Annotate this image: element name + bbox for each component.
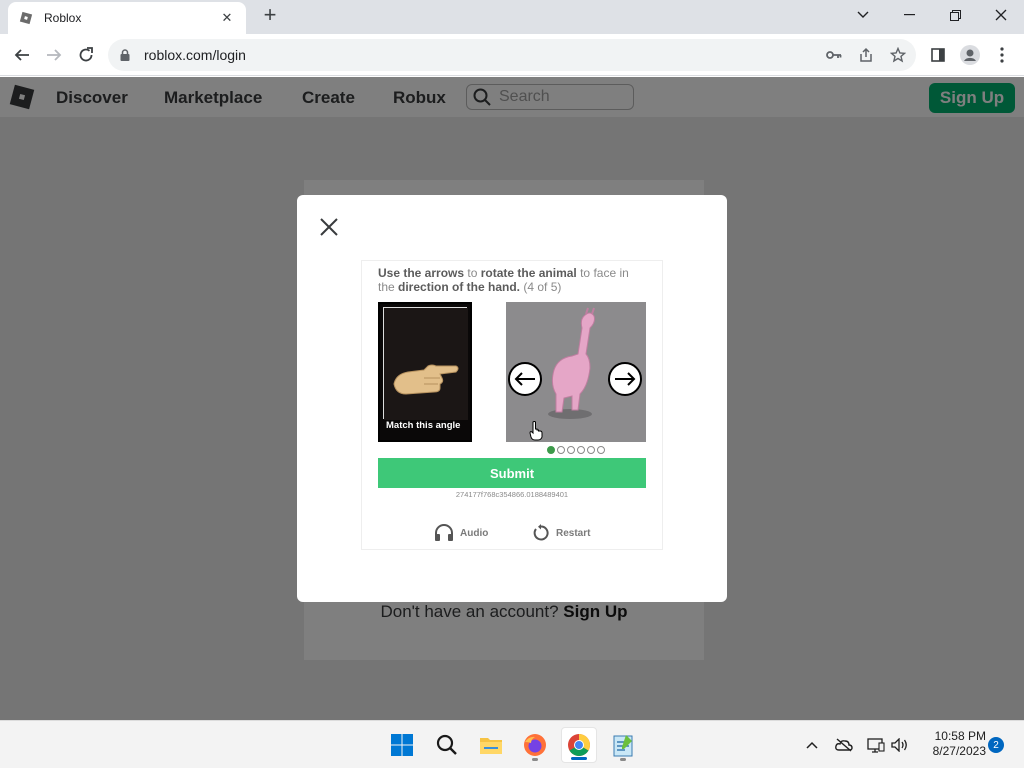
progress-dot: [567, 446, 575, 454]
audio-label: Audio: [460, 527, 489, 539]
file-explorer-button[interactable]: [473, 727, 509, 763]
roblox-favicon-icon: [18, 10, 34, 26]
side-panel-icon[interactable]: [926, 43, 950, 67]
windows-logo-icon: [391, 734, 413, 756]
rotate-left-button[interactable]: [508, 362, 542, 396]
chrome-icon: [568, 734, 590, 756]
tab-title: Roblox: [44, 11, 82, 25]
reference-label: Match this angle: [386, 420, 461, 431]
notepad-button[interactable]: [605, 727, 641, 763]
progress-dot: [547, 446, 555, 454]
folder-icon: [480, 738, 502, 754]
windows-taskbar: 10:58 PM 8/27/2023 2: [0, 720, 1024, 768]
notification-badge[interactable]: 2: [988, 737, 1004, 753]
chevron-up-icon[interactable]: [802, 735, 822, 755]
instr-direction: direction of the hand.: [398, 280, 521, 294]
share-icon[interactable]: [854, 43, 878, 67]
browser-tab[interactable]: Roblox ✕: [8, 2, 246, 34]
close-window-button[interactable]: [978, 0, 1024, 30]
active-indicator: [571, 757, 587, 760]
browser-toolbar: roblox.com/login: [0, 34, 1024, 76]
submit-button[interactable]: Submit: [378, 458, 646, 488]
hand-cursor-icon: [529, 421, 543, 441]
restart-button[interactable]: Restart: [532, 523, 590, 543]
progress-dot: [597, 446, 605, 454]
reference-frame: [383, 307, 468, 420]
key-icon[interactable]: [822, 43, 846, 67]
restart-label: Restart: [556, 527, 591, 539]
captcha-instruction: Use the arrows to rotate the animal to f…: [378, 266, 648, 294]
close-icon[interactable]: [317, 215, 341, 239]
captcha-challenge: Use the arrows to rotate the animal to f…: [361, 260, 663, 550]
minimize-button[interactable]: [886, 0, 932, 30]
windows-start-button[interactable]: [384, 727, 420, 763]
restore-button[interactable]: [932, 0, 978, 30]
url-text: roblox.com/login: [144, 47, 246, 63]
restart-icon: [533, 524, 549, 541]
pointing-hand-icon: [384, 308, 468, 420]
chrome-button[interactable]: [561, 727, 597, 763]
instr-to: to: [464, 266, 481, 280]
clock-time: 10:58 PM: [934, 729, 986, 743]
forward-button[interactable]: [40, 41, 68, 69]
running-indicator: [620, 758, 626, 761]
headphones-icon: [435, 524, 453, 541]
instr-progress: (4 of 5): [520, 280, 562, 294]
progress-dot: [587, 446, 595, 454]
profile-avatar-icon[interactable]: [958, 43, 982, 67]
network-icon[interactable]: [866, 735, 886, 755]
new-tab-button[interactable]: +: [258, 4, 282, 28]
reference-hand-image: Match this angle: [378, 302, 472, 442]
taskbar-search-button[interactable]: [429, 727, 465, 763]
lock-icon[interactable]: [120, 48, 134, 62]
bookmark-star-icon[interactable]: [886, 43, 910, 67]
address-bar[interactable]: roblox.com/login: [108, 39, 916, 71]
progress-dot: [577, 446, 585, 454]
clock-date: 8/27/2023: [932, 744, 986, 758]
instr-arrows: Use the arrows: [378, 266, 465, 280]
audio-button[interactable]: Audio: [434, 523, 488, 543]
captcha-modal: Use the arrows to rotate the animal to f…: [297, 195, 727, 602]
session-id: 274177f768c354866.0188489401: [455, 490, 569, 499]
onedrive-offline-icon[interactable]: [834, 735, 854, 755]
browser-titlebar: Roblox ✕ +: [0, 0, 1024, 34]
back-button[interactable]: [8, 41, 36, 69]
volume-icon[interactable]: [890, 735, 910, 755]
arrow-left-icon: [514, 372, 535, 386]
tab-search-chevron-icon[interactable]: [840, 0, 886, 30]
instr-rotate: rotate the animal: [480, 266, 577, 280]
progress-dots: [547, 446, 605, 454]
tab-close-icon[interactable]: ✕: [218, 10, 236, 26]
firefox-button[interactable]: [517, 727, 553, 763]
menu-kebab-icon[interactable]: [990, 43, 1014, 67]
progress-dot: [557, 446, 565, 454]
system-clock[interactable]: 10:58 PM 8/27/2023: [916, 729, 986, 759]
arrow-right-icon: [615, 372, 636, 386]
search-icon: [436, 734, 457, 755]
running-indicator: [532, 758, 538, 761]
notepad-icon: [613, 735, 633, 757]
reload-button[interactable]: [72, 41, 100, 69]
rotate-right-button[interactable]: [608, 362, 642, 396]
firefox-icon: [524, 734, 546, 756]
